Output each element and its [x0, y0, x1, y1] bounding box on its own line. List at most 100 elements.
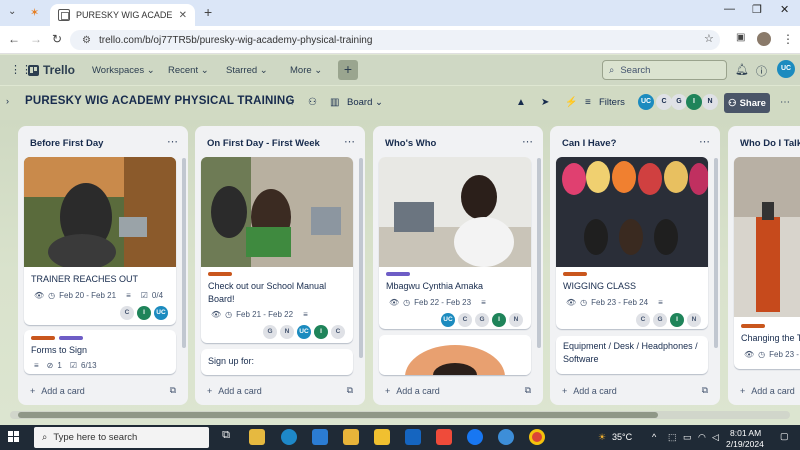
card-template-icon[interactable]: ⧉ — [347, 385, 353, 396]
list-scrollbar[interactable] — [359, 158, 363, 358]
list-whos-who[interactable]: Who's Who ⋯ Mbagwu Cynthia Amaka 👁︎ ◷ Fe… — [373, 126, 543, 405]
sidebar-expand-icon[interactable]: › — [6, 96, 9, 106]
list-who-do-i-talk-to[interactable]: Who Do I Talk to? Changing the T 👁︎ ◷ Fe… — [728, 126, 800, 405]
member-avatar-n[interactable]: N — [702, 94, 718, 110]
list-title[interactable]: Before First Day — [30, 138, 103, 149]
list-scrollbar[interactable] — [714, 158, 718, 348]
profile-avatar[interactable] — [757, 32, 771, 46]
avatar[interactable]: G — [263, 325, 277, 339]
avatar[interactable]: N — [509, 313, 523, 327]
app-blue-icon[interactable] — [498, 429, 514, 445]
list-can-i-have[interactable]: Can I Have? ⋯ WIGGING CLASS 👁︎ ◷ Feb 23 … — [550, 126, 720, 405]
tab-search-icon[interactable]: ⌄ — [8, 6, 16, 17]
avatar[interactable]: C — [636, 313, 650, 327]
avatar[interactable]: C — [458, 313, 472, 327]
tray-chevron-icon[interactable]: ^ — [652, 432, 656, 442]
menu-recent[interactable]: Recent ⌄ — [168, 65, 209, 76]
power-ups-icon[interactable]: ▲ — [516, 97, 526, 108]
temperature[interactable]: 35°C — [612, 432, 632, 442]
wifi-icon[interactable]: ◠ — [698, 432, 706, 443]
automation-send-icon[interactable]: ➤ — [541, 97, 549, 108]
avatar[interactable]: I — [670, 313, 684, 327]
sidepanel-icon[interactable]: ▣ — [736, 32, 745, 43]
member-avatar-uc[interactable]: UC — [638, 94, 654, 110]
edge-icon[interactable] — [281, 429, 297, 445]
avatar[interactable]: I — [492, 313, 506, 327]
search-input[interactable]: ⌕ Search — [602, 60, 727, 80]
list-title[interactable]: Can I Have? — [562, 138, 616, 149]
task-view-icon[interactable]: ⧉ — [218, 429, 234, 445]
site-info-icon[interactable]: ⚙ — [82, 35, 91, 46]
active-tab[interactable]: PURESKY WIG ACADEMY PHYSI ✕ — [50, 4, 195, 26]
card-forms-to-sign[interactable]: Forms to Sign ≡ ⊘ 1 ☑ 6/13 — [24, 330, 176, 374]
chrome-menu-icon[interactable]: ⋮ — [782, 32, 794, 46]
add-card-button[interactable]: + Add a card — [30, 386, 85, 396]
clock-date[interactable]: 2/19/2024 — [726, 439, 764, 449]
restore-icon[interactable]: ❐ — [752, 3, 762, 16]
back-icon[interactable]: ← — [8, 32, 20, 46]
list-title[interactable]: On First Day - First Week — [207, 138, 320, 149]
widgets-icon[interactable] — [249, 429, 265, 445]
mail-icon[interactable] — [312, 429, 328, 445]
chrome-icon[interactable] — [529, 429, 545, 445]
help-icon[interactable]: ⓘ — [756, 63, 767, 79]
app-red-icon[interactable] — [436, 429, 452, 445]
avatar[interactable]: UC — [297, 325, 311, 339]
add-card-button[interactable]: + Add a card — [207, 386, 262, 396]
card-changing-the[interactable]: Changing the T 👁︎ ◷ Feb 23 - — [734, 157, 800, 369]
card-template-icon[interactable]: ⧉ — [702, 385, 708, 396]
member-avatar-g[interactable]: G — [671, 94, 687, 110]
avatar[interactable]: G — [653, 313, 667, 327]
member-avatar-c[interactable]: C — [656, 94, 672, 110]
tab-close-icon[interactable]: ✕ — [179, 10, 187, 21]
menu-workspaces[interactable]: Workspaces ⌄ — [92, 65, 155, 76]
card-mbagwu-cynthia-amaka[interactable]: Mbagwu Cynthia Amaka 👁︎ ◷ Feb 22 - Feb 2… — [379, 157, 531, 329]
file-explorer-icon[interactable] — [343, 429, 359, 445]
list-menu-icon[interactable]: ⋯ — [167, 135, 178, 148]
user-avatar[interactable]: UC — [777, 60, 795, 78]
weather-icon[interactable]: ☀ — [598, 432, 606, 443]
menu-more[interactable]: More ⌄ — [290, 65, 322, 76]
card-template-icon[interactable]: ⧉ — [525, 385, 531, 396]
list-title[interactable]: Who Do I Talk to? — [740, 138, 800, 149]
cloud-app-icon[interactable] — [374, 429, 390, 445]
filters-button[interactable]: Filters — [599, 97, 625, 108]
list-before-first-day[interactable]: Before First Day ⋯ TRAINER REACHES OUT 👁… — [18, 126, 188, 405]
clock-time[interactable]: 8:01 AM — [730, 428, 761, 438]
avatar[interactable]: C — [120, 306, 134, 320]
board-horizontal-scrollbar[interactable] — [10, 411, 790, 419]
card-template-icon[interactable]: ⧉ — [170, 385, 176, 396]
minimize-icon[interactable]: — — [724, 3, 735, 15]
tray-app-icon[interactable]: ⬚ — [668, 432, 677, 443]
avatar[interactable]: G — [475, 313, 489, 327]
notifications-icon[interactable]: 🔔︎ — [735, 63, 749, 76]
add-card-button[interactable]: + Add a card — [385, 386, 440, 396]
dropbox-icon[interactable] — [405, 429, 421, 445]
star-board-icon[interactable]: ☆ — [286, 97, 295, 108]
avatar[interactable]: UC — [441, 313, 455, 327]
board-title[interactable]: PURESKY WIG ACADEMY PHYSICAL TRAINING — [25, 95, 295, 107]
card-equipment[interactable]: Equipment / Desk / Headphones / Software — [556, 336, 708, 374]
filter-icon[interactable]: ≡ — [585, 97, 591, 108]
list-scrollbar[interactable] — [182, 158, 186, 348]
automation-icon[interactable]: ⚡ — [565, 97, 577, 108]
list-menu-icon[interactable]: ⋯ — [699, 135, 710, 148]
battery-icon[interactable]: ▭ — [683, 432, 692, 443]
avatar[interactable]: UC — [154, 306, 168, 320]
avatar[interactable]: C — [331, 325, 345, 339]
card-school-manual-board[interactable]: Check out our School Manual Board! 👁︎ ◷ … — [201, 157, 353, 343]
card-wigging-class[interactable]: WIGGING CLASS 👁︎ ◷ Feb 23 - Feb 24 ≡ C G… — [556, 157, 708, 329]
windows-start-icon[interactable] — [8, 431, 20, 443]
avatar[interactable]: I — [314, 325, 328, 339]
forward-icon[interactable]: → — [30, 32, 42, 46]
reload-icon[interactable]: ↻ — [52, 32, 62, 46]
trello-logo[interactable]: Trello — [28, 63, 75, 77]
url-field[interactable]: ⚙ trello.com/b/oj77TR5b/puresky-wig-acad… — [70, 30, 720, 50]
card-photo[interactable] — [379, 335, 531, 375]
card-trainer-reaches-out[interactable]: TRAINER REACHES OUT 👁︎ ◷ Feb 20 - Feb 21… — [24, 157, 176, 325]
bookmark-star-icon[interactable]: ☆ — [704, 32, 714, 45]
member-avatar-i[interactable]: I — [686, 94, 702, 110]
board-view-switcher[interactable]: Board ⌄ — [347, 97, 383, 108]
list-menu-icon[interactable]: ⋯ — [344, 135, 355, 148]
add-card-button[interactable]: + Add a card — [740, 386, 795, 396]
